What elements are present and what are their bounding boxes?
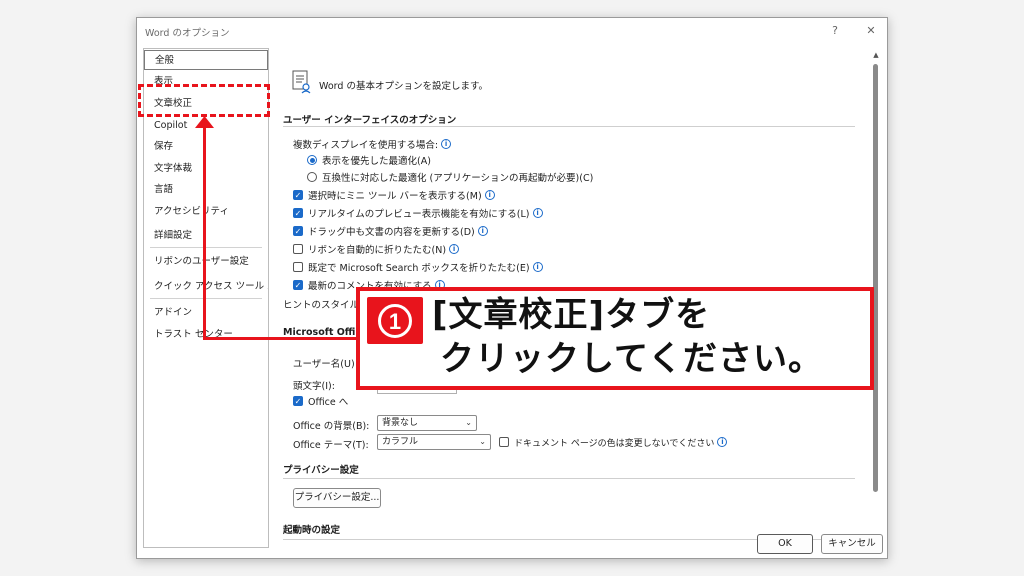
help-button[interactable]: ? (827, 23, 843, 39)
checkbox[interactable]: ✓ (293, 208, 303, 218)
checkbox[interactable]: ✓ (293, 280, 303, 290)
scroll-up-icon[interactable]: ▲ (871, 50, 881, 60)
radio-label: 表示を優先した最適化(A) (322, 156, 431, 167)
page-header: Word の基本オプションを設定します。 (319, 81, 488, 92)
checkbox-search-collapse[interactable]: 既定で Microsoft Search ボックスを折りたたむ(E) i (293, 259, 543, 275)
sidebar-item-trust-center[interactable]: トラスト センター (144, 325, 268, 345)
scrollbar-thumb[interactable] (873, 64, 878, 492)
initials-label: 頭文字(I): (293, 381, 335, 392)
sidebar-item-addins[interactable]: アドイン (144, 303, 268, 323)
office-background-select[interactable]: 背景なし ⌄ (377, 415, 477, 431)
checkbox-mini-toolbar[interactable]: ✓ 選択時にミニ ツール バーを表示する(M) i (293, 187, 495, 203)
sidebar-item-general[interactable]: 全般 (144, 50, 268, 70)
info-icon: i (532, 262, 543, 272)
annotation-arrow-line (203, 124, 206, 340)
checkbox-label: リアルタイムのプレビュー表示機能を有効にする(L) (308, 209, 530, 220)
section-title-ui: ユーザー インターフェイスのオプション (283, 115, 457, 126)
office-theme-label: Office テーマ(T): (293, 440, 369, 451)
office-theme-select[interactable]: カラフル ⌄ (377, 434, 491, 450)
proofing-highlight-box (138, 84, 270, 117)
checkbox-drag-update[interactable]: ✓ ドラッグ中も文書の内容を更新する(D) i (293, 223, 488, 239)
sidebar-item-typography[interactable]: 文字体裁 (144, 159, 268, 179)
checkbox-label: 選択時にミニ ツール バーを表示する(M) (308, 191, 482, 202)
multi-display-text: 複数ディスプレイを使用する場合: (293, 140, 439, 151)
chevron-down-icon: ⌄ (479, 437, 486, 446)
checkbox-label: リボンを自動的に折りたたむ(N) (308, 245, 447, 256)
close-button[interactable]: ✕ (863, 23, 879, 39)
radio-display-optimize[interactable]: 表示を優先した最適化(A) (307, 152, 431, 168)
ok-button[interactable]: OK (757, 534, 813, 554)
info-icon: i (484, 190, 495, 200)
checkbox-office-always[interactable]: ✓ Office へ (293, 393, 348, 409)
annotation-arrow-line (203, 337, 356, 340)
callout-line-1: [文章校正]タブを (432, 295, 711, 335)
title-bar: Word のオプション ? ✕ (137, 18, 887, 44)
checkbox[interactable]: ✓ (293, 190, 303, 200)
checkbox-doc-page-color[interactable]: ドキュメント ページの色は変更しないでください i (499, 434, 728, 450)
radio-button[interactable] (307, 155, 317, 165)
privacy-settings-button[interactable]: プライバシー設定... (293, 488, 381, 508)
sidebar-item-customize-ribbon[interactable]: リボンのユーザー設定 (144, 252, 268, 272)
checkbox-live-preview[interactable]: ✓ リアルタイムのプレビュー表示機能を有効にする(L) i (293, 205, 543, 221)
checkbox-ribbon-collapse[interactable]: リボンを自動的に折りたたむ(N) i (293, 241, 460, 257)
radio-label: 互換性に対応した最適化 (アプリケーションの再起動が必要)(C) (322, 173, 594, 184)
checkbox-label: ドキュメント ページの色は変更しないでください (514, 438, 715, 449)
multi-display-label: 複数ディスプレイを使用する場合: i (293, 136, 452, 152)
info-icon: i (477, 226, 488, 236)
chevron-down-icon: ⌄ (465, 418, 472, 427)
checkbox[interactable] (293, 244, 303, 254)
checkbox[interactable] (499, 437, 509, 447)
sidebar-item-language[interactable]: 言語 (144, 180, 268, 200)
checkbox-label: 既定で Microsoft Search ボックスを折りたたむ(E) (308, 263, 530, 274)
options-settings-icon (292, 70, 311, 94)
section-divider (283, 126, 855, 127)
info-icon: i (449, 244, 460, 254)
radio-button[interactable] (307, 172, 317, 182)
radio-compat-optimize[interactable]: 互換性に対応した最適化 (アプリケーションの再起動が必要)(C) (307, 169, 593, 185)
section-title-startup: 起動時の設定 (283, 525, 341, 536)
office-theme-value: カラフル (382, 437, 419, 447)
sidebar-item-advanced[interactable]: 詳細設定 (144, 226, 268, 246)
checkbox[interactable]: ✓ (293, 396, 303, 406)
checkbox-label: Office へ (308, 397, 349, 408)
window-title: Word のオプション (145, 28, 230, 39)
step-number: 1 (378, 303, 412, 338)
section-divider (283, 478, 855, 479)
step-badge: 1 (367, 297, 423, 344)
sidebar-divider (150, 247, 262, 248)
sidebar-divider (150, 298, 262, 299)
checkbox[interactable]: ✓ (293, 226, 303, 236)
sidebar-item-quick-access[interactable]: クイック アクセス ツール バー (144, 277, 268, 297)
annotation-arrow-head-icon (195, 116, 214, 128)
info-icon: i (717, 437, 728, 447)
callout-line-2: クリックしてください。 (440, 339, 823, 379)
section-title-privacy: プライバシー設定 (283, 465, 359, 476)
office-background-label: Office の背景(B): (293, 421, 370, 432)
sidebar-item-accessibility[interactable]: アクセシビリティ (144, 202, 268, 222)
username-label: ユーザー名(U) (293, 359, 355, 370)
info-icon: i (441, 139, 452, 149)
checkbox-label: ドラッグ中も文書の内容を更新する(D) (308, 227, 475, 238)
sidebar-item-save[interactable]: 保存 (144, 137, 268, 157)
checkbox[interactable] (293, 262, 303, 272)
cancel-button[interactable]: キャンセル (821, 534, 883, 554)
info-icon: i (532, 208, 543, 218)
instruction-callout: 1 [文章校正]タブを クリックしてください。 (356, 287, 874, 390)
office-background-value: 背景なし (382, 418, 419, 428)
